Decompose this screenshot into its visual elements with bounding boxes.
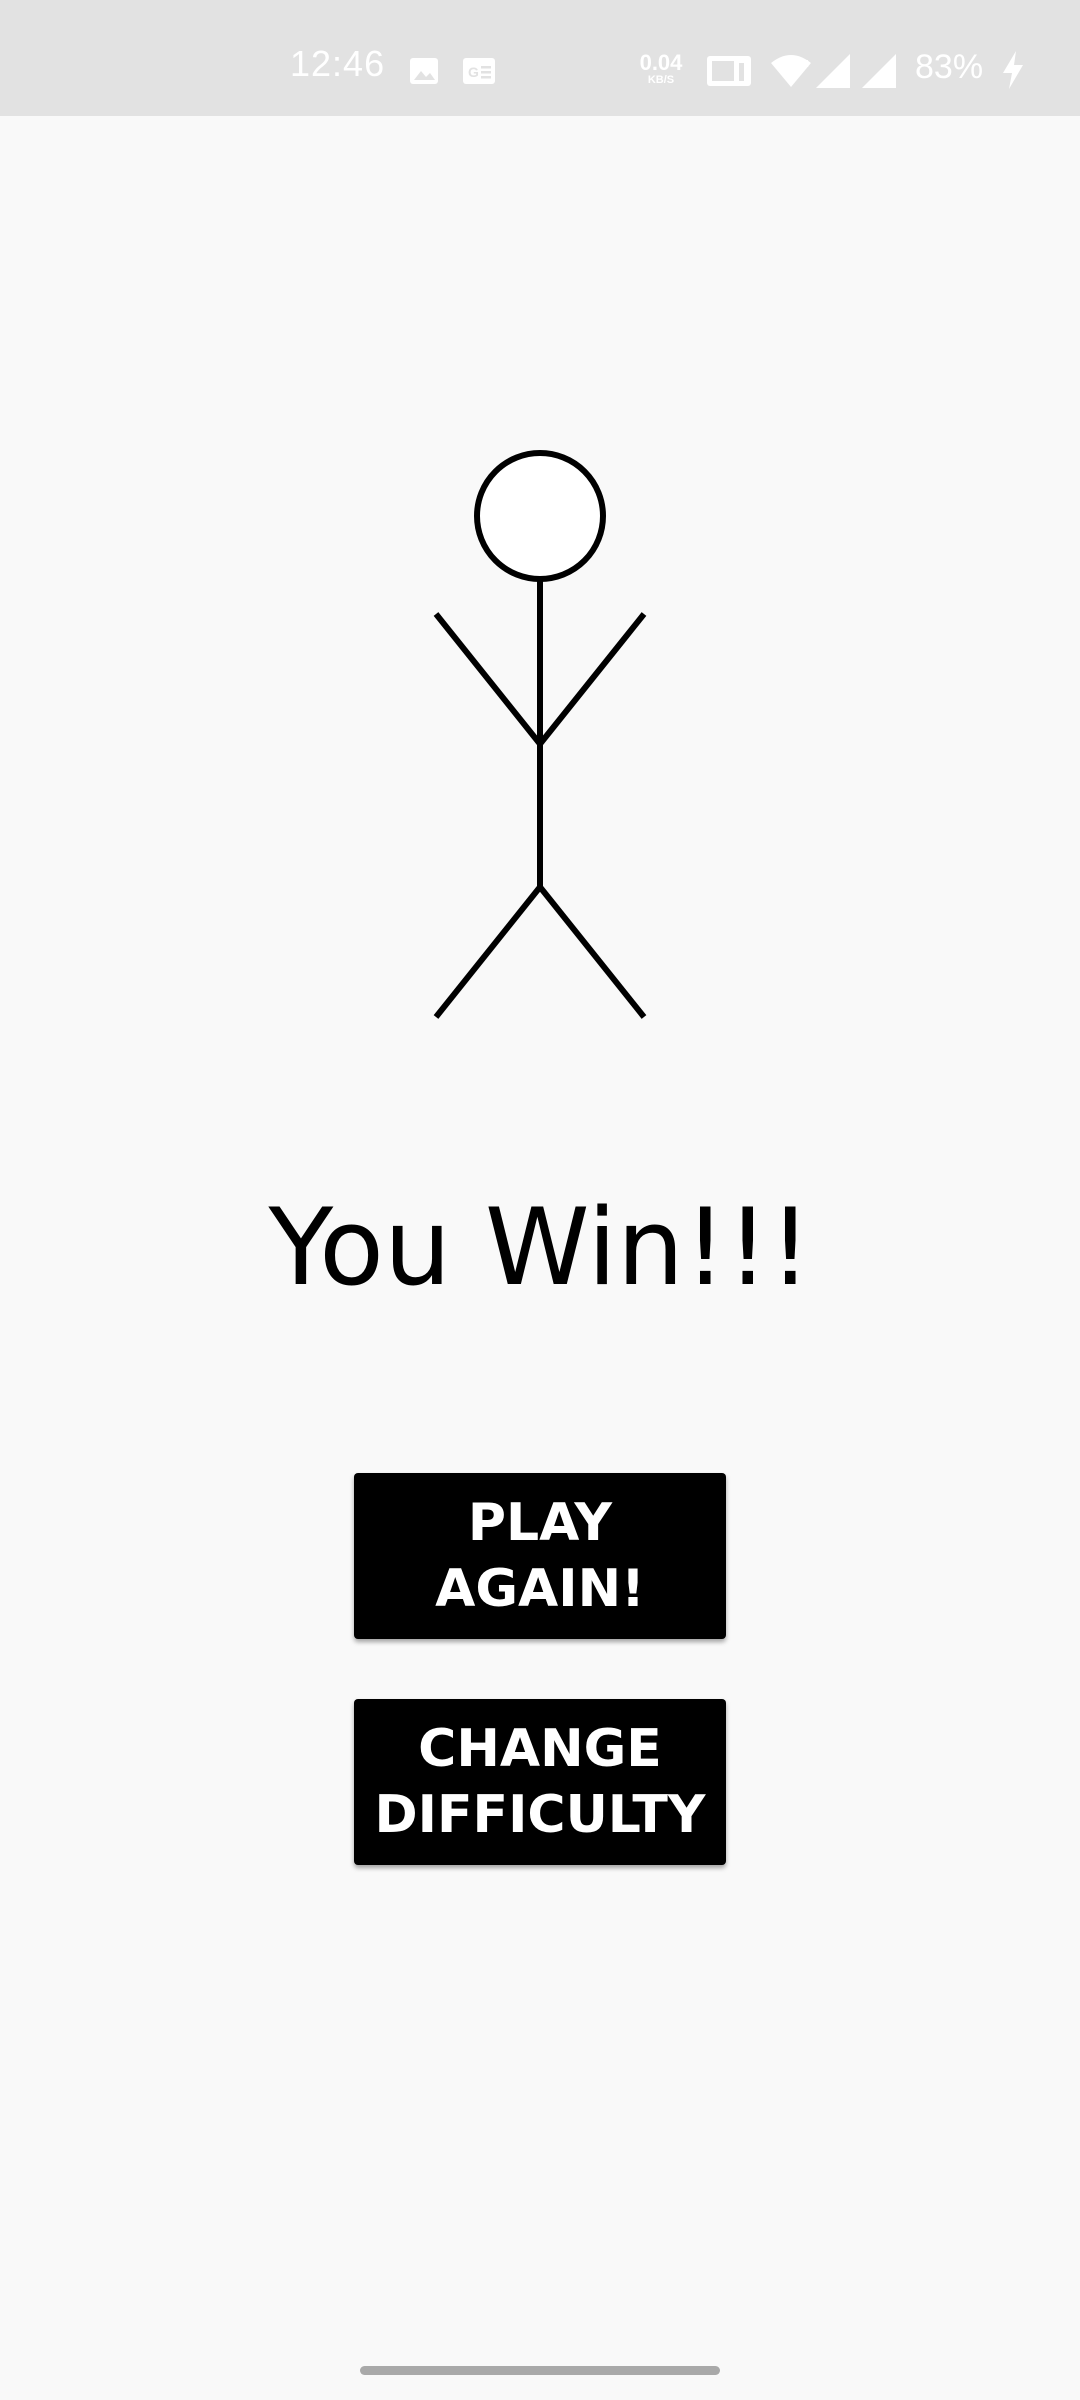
stick-figure-left-leg [433,885,543,1019]
stick-figure-left-arm [433,612,543,746]
volte-icon [707,56,751,86]
signal-icon [816,54,850,88]
stick-figure-right-leg [537,885,647,1019]
network-speed-unit: KB/S [647,74,675,86]
change-difficulty-button[interactable]: CHANGE DIFFICULTY [354,1699,726,1865]
stick-figure-head [474,450,606,582]
status-bar: 12:46 G 0.04 KB/S x 83% [0,0,1080,116]
battery-percent: 83% [915,48,984,86]
image-icon [410,58,438,84]
svg-text:x: x [802,55,809,70]
wifi-icon: x [771,55,811,87]
stick-figure [433,450,647,1019]
result-message: You Win!!! [268,1186,812,1309]
charging-icon [1003,51,1023,89]
play-again-button[interactable]: PLAY AGAIN! [354,1473,726,1639]
signal-icon [862,54,896,88]
network-speed: 0.04 KB/S [636,52,686,87]
sim-card-icon: G [463,58,495,84]
stick-figure-right-arm [537,612,647,746]
svg-text:G: G [468,64,479,80]
status-time: 12:46 [290,43,386,84]
network-speed-value: 0.04 [639,50,683,75]
home-indicator[interactable] [360,2366,720,2375]
